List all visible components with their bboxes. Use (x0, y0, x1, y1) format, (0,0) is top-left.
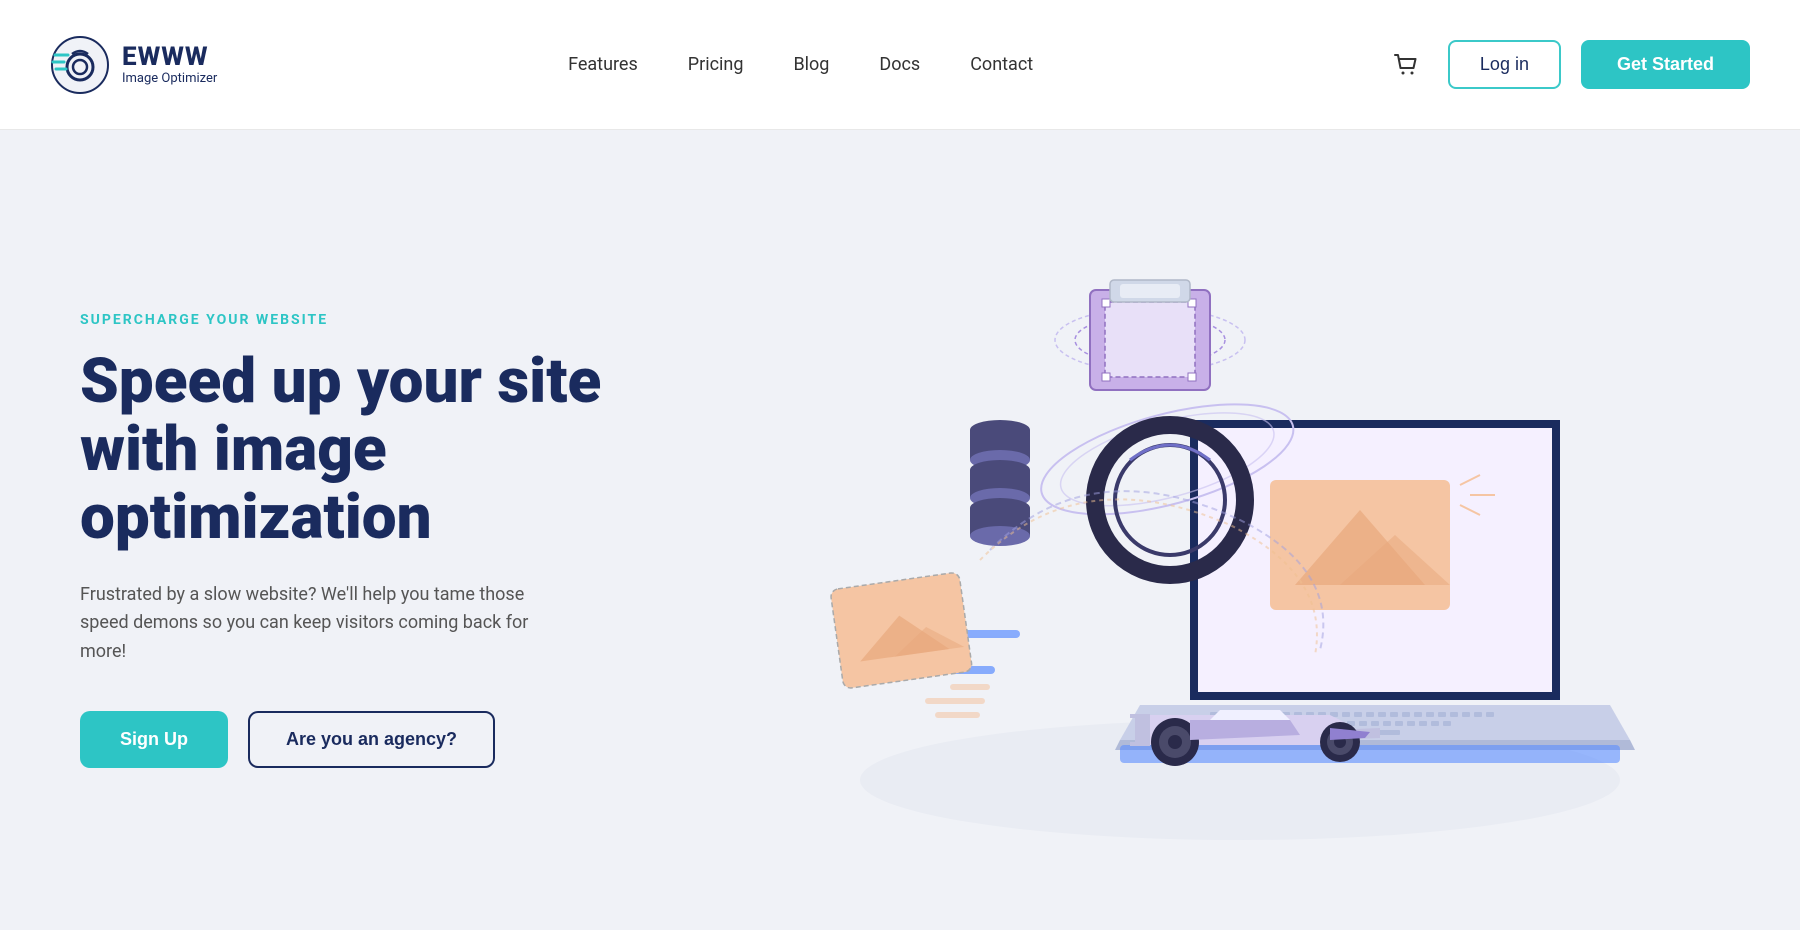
cart-button[interactable] (1384, 43, 1428, 87)
hero-heading: Speed up your site with image optimizati… (80, 348, 640, 553)
logo-icon (50, 35, 110, 95)
hero-section: SUPERCHARGE YOUR WEBSITE Speed up your s… (0, 130, 1800, 930)
nav-blog[interactable]: Blog (793, 54, 829, 75)
hero-description: Frustrated by a slow website? We'll help… (80, 581, 560, 667)
logo-subtitle: Image Optimizer (122, 72, 217, 85)
nav-pricing[interactable]: Pricing (688, 54, 744, 75)
signup-button[interactable]: Sign Up (80, 711, 228, 768)
logo[interactable]: EWWW Image Optimizer (50, 35, 217, 95)
agency-button[interactable]: Are you an agency? (248, 711, 495, 768)
logo-name: EWWW (122, 44, 217, 70)
hero-image (740, 190, 1640, 890)
hero-illustration (640, 190, 1740, 890)
nav-right: Log in Get Started (1384, 40, 1750, 89)
hero-buttons: Sign Up Are you an agency? (80, 711, 640, 768)
nav-links: Features Pricing Blog Docs Contact (568, 54, 1033, 75)
nav-contact[interactable]: Contact (970, 54, 1033, 75)
nav-docs[interactable]: Docs (879, 54, 920, 75)
get-started-button[interactable]: Get Started (1581, 40, 1750, 89)
login-button[interactable]: Log in (1448, 40, 1561, 89)
hero-tagline: SUPERCHARGE YOUR WEBSITE (80, 312, 640, 328)
cart-icon (1392, 51, 1420, 79)
nav-features[interactable]: Features (568, 54, 638, 75)
navbar: EWWW Image Optimizer Features Pricing Bl… (0, 0, 1800, 130)
hero-content: SUPERCHARGE YOUR WEBSITE Speed up your s… (80, 312, 640, 768)
